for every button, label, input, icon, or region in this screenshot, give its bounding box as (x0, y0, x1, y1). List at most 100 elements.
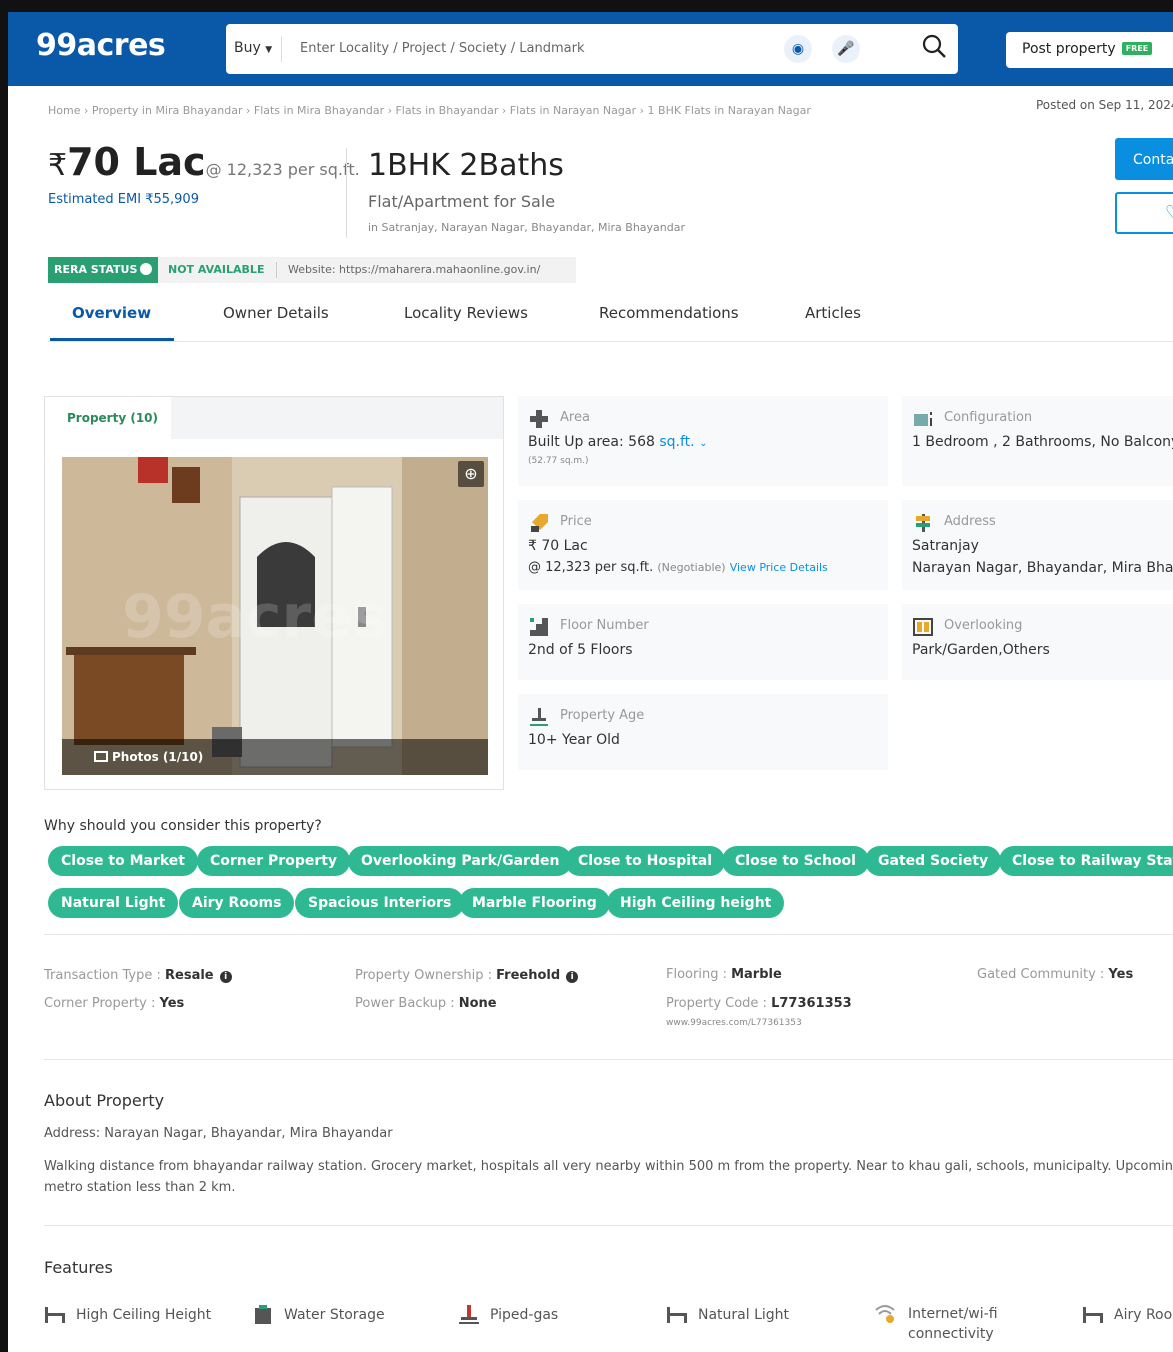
address-line2: Narayan Nagar, Bhayandar, Mira Bhayandar (912, 560, 1173, 576)
free-badge: FREE (1121, 42, 1153, 55)
shortlist-button[interactable]: ♡ (1115, 192, 1173, 234)
flooring: Flooring : Marble (666, 967, 782, 982)
corner-value: Yes (159, 996, 185, 1011)
floors-icon (530, 618, 548, 636)
property-age-icon (530, 708, 548, 726)
heart-icon: ♡ (1165, 202, 1173, 223)
price: ₹70 Lac@ 12,323 per sq.ft. (48, 140, 360, 184)
view-price-details-link[interactable]: View Price Details (730, 561, 828, 574)
area-sqm: (52.77 sq.m.) (528, 456, 589, 466)
property-ownership: Property Ownership : Freehold i (355, 968, 579, 983)
info-icon[interactable] (140, 263, 153, 275)
property-code: Property Code : L77361353 (666, 996, 852, 1011)
active-tab-indicator (50, 338, 174, 341)
feature-internet: Internet/wi-fi connectivity (874, 1304, 1014, 1344)
ceiling-icon (45, 1307, 65, 1323)
floor-total: of 5 Floors (559, 642, 633, 658)
area-icon (530, 410, 548, 428)
address-line1: Satranjay (912, 538, 979, 554)
price-tag-icon (531, 514, 548, 532)
transaction-type-label: Transaction Type : (44, 968, 166, 983)
search-input[interactable]: Enter Locality / Project / Society / Lan… (300, 41, 585, 56)
tab-locality-reviews[interactable]: Locality Reviews (404, 304, 528, 322)
chip-close-to-market: Close to Market (48, 846, 198, 876)
photos-counter[interactable]: Photos (1/10) (62, 739, 488, 775)
bed-icon (914, 412, 932, 426)
price-per-sqft: @ 12,323 per sq.ft. (205, 160, 360, 179)
configuration-value: 1 Bedroom , 2 Bathrooms, No Balcony (912, 434, 1173, 450)
divider (276, 262, 277, 278)
signpost-icon (916, 514, 930, 532)
floor-number: 2nd (528, 642, 555, 658)
info-icon[interactable]: i (219, 971, 232, 983)
property-type: Flat/Apartment for Sale (368, 192, 556, 211)
about-heading: About Property (44, 1091, 165, 1110)
price-value: 70 Lac (67, 140, 206, 184)
logo[interactable]: 99acres (36, 28, 166, 63)
floor-cell: Floor Number 2nd of 5 Floors (518, 604, 888, 680)
about-description: Walking distance from bhayandar railway … (44, 1159, 1173, 1195)
rera-badge-label: RERA STATUS (54, 263, 138, 276)
gated-label: Gated Community : (977, 967, 1109, 982)
contact-button[interactable]: Conta (1115, 138, 1173, 180)
gallery-tabbar: Property (10) (45, 397, 503, 439)
breadcrumb[interactable]: Home › Property in Mira Bhayandar › Flat… (48, 104, 811, 117)
buy-dropdown[interactable]: Buy ▼ (234, 40, 272, 56)
emi-link[interactable]: Estimated EMI ₹55,909 (48, 192, 199, 207)
tab-recommendations[interactable]: Recommendations (599, 304, 739, 322)
airy-rooms-icon (1083, 1307, 1103, 1323)
property-age-label: Property Age (560, 708, 645, 723)
window-icon (913, 618, 933, 636)
configuration-cell: Configuration 1 Bedroom , 2 Bathrooms, N… (902, 396, 1173, 486)
ownership-label: Property Ownership : (355, 968, 497, 983)
transaction-type-value: Resale (165, 968, 214, 983)
info-icon[interactable]: i (566, 971, 579, 983)
flooring-value: Marble (731, 967, 782, 982)
microphone-icon[interactable]: 🎤 (832, 35, 860, 63)
natural-light-icon (667, 1307, 687, 1323)
divider (281, 36, 282, 62)
about-address: Address: Narayan Nagar, Bhayandar, Mira … (44, 1126, 393, 1141)
tab-articles[interactable]: Articles (805, 304, 861, 322)
tab-property-photos[interactable]: Property (10) (45, 397, 171, 439)
tab-overview[interactable]: Overview (72, 304, 151, 322)
feature-piped-gas: Piped-gas (458, 1304, 558, 1324)
code-value: L77361353 (771, 996, 852, 1011)
overlooking-label: Overlooking (944, 618, 1023, 633)
divider (44, 1059, 1173, 1060)
search-bar: Buy ▼ Enter Locality / Project / Society… (226, 24, 958, 74)
feature-label: Internet/wi-fi connectivity (908, 1306, 998, 1342)
top-header: 99acres Buy ▼ Enter Locality / Project /… (8, 12, 1173, 86)
chip-airy-rooms: Airy Rooms (179, 888, 295, 918)
area-unit-dropdown[interactable]: sq.ft. (659, 434, 694, 450)
property-code-url[interactable]: www.99acres.com/L77361353 (666, 1018, 802, 1028)
page: 99acres Buy ▼ Enter Locality / Project /… (0, 0, 1173, 1352)
gated-value: Yes (1108, 967, 1134, 982)
power-backup: Power Backup : None (355, 996, 497, 1011)
price-sqft: @ 12,323 per sq.ft. (528, 560, 654, 575)
photos-count-label: Photos (1/10) (112, 750, 204, 764)
overlooking-cell: Overlooking Park/Garden,Others (902, 604, 1173, 680)
chip-natural-light: Natural Light (48, 888, 179, 918)
power-value: None (458, 996, 497, 1011)
zoom-icon[interactable]: ⊕ (458, 461, 484, 487)
property-age-cell: Property Age 10+ Year Old (518, 694, 888, 770)
area-value: Built Up area: 568 sq.ft. ⌄ (528, 434, 707, 450)
chip-corner-property: Corner Property (197, 846, 351, 876)
price-label: Price (560, 514, 592, 529)
property-photo[interactable]: 99acres ⊕ Photos (1/10) (62, 457, 488, 775)
post-property-button[interactable]: Post property FREE (1006, 32, 1173, 68)
feature-airy-rooms: Airy Rooms (1082, 1304, 1173, 1324)
flooring-label: Flooring : (666, 967, 732, 982)
features-heading: Features (44, 1258, 113, 1277)
feature-label: Airy Rooms (1114, 1307, 1173, 1323)
photo-gallery: Property (10) 99acres ⊕ Photos (1/10) (44, 396, 504, 790)
search-icon[interactable] (920, 32, 950, 62)
divider (346, 148, 347, 238)
tab-owner-details[interactable]: Owner Details (223, 304, 329, 322)
feature-label: Natural Light (698, 1307, 790, 1323)
property-age-value: 10+ Year Old (528, 732, 620, 748)
location-target-icon[interactable]: ◉ (784, 35, 812, 63)
rera-website: Website: https://maharera.mahaonline.gov… (288, 263, 541, 276)
chevron-down-icon[interactable]: ⌄ (699, 438, 707, 449)
